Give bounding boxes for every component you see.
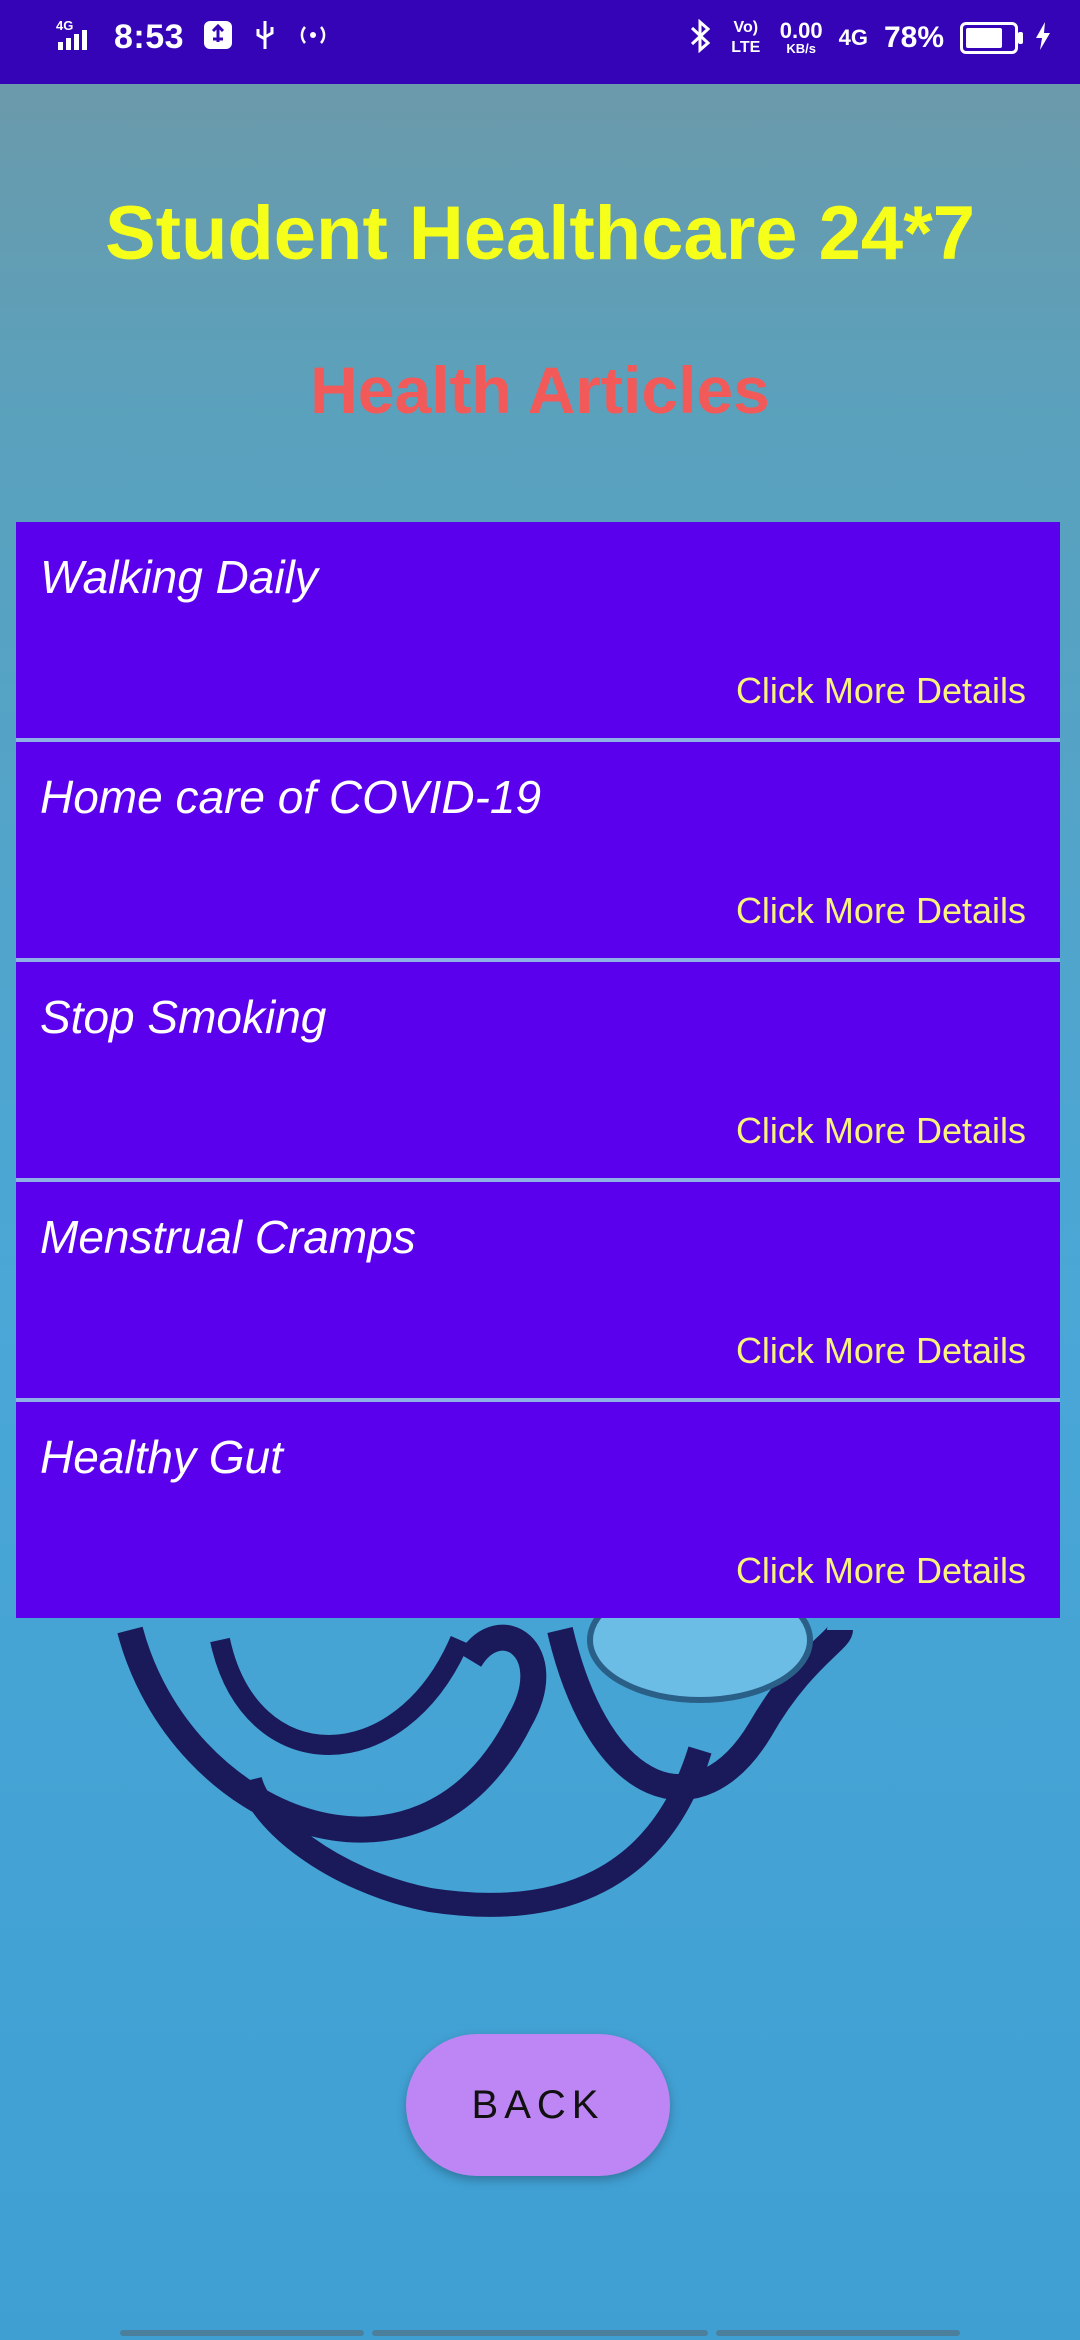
- data-speed: 0.00 KB/s: [779, 17, 823, 56]
- charging-icon: [1034, 21, 1052, 56]
- status-right: Vo) LTE 0.00 KB/s 4G 78%: [688, 18, 1052, 58]
- network-type: 4G: [838, 25, 868, 50]
- article-card-healthy-gut[interactable]: Healthy Gut Click More Details: [16, 1402, 1060, 1618]
- articles-list: Walking Daily Click More Details Home ca…: [16, 522, 1060, 1618]
- app-title: Student Healthcare 24*7: [104, 191, 976, 276]
- bluetooth-icon: [688, 18, 712, 58]
- nav-handle-right: [716, 2330, 960, 2336]
- article-card-walking-daily[interactable]: Walking Daily Click More Details: [16, 522, 1060, 742]
- article-title: Stop Smoking: [40, 991, 327, 1043]
- nav-handle-left: [120, 2330, 364, 2336]
- usb-trident-icon: [252, 19, 278, 56]
- article-title: Walking Daily: [40, 551, 318, 603]
- article-details-link[interactable]: Click More Details: [736, 670, 1026, 712]
- back-button[interactable]: BACK: [406, 2034, 670, 2176]
- clock: 8:53: [114, 18, 185, 56]
- article-title: Menstrual Cramps: [40, 1211, 416, 1263]
- status-left: 4G 8:53: [56, 18, 330, 57]
- nav-handle-center: [372, 2330, 708, 2336]
- article-card-menstrual-cramps[interactable]: Menstrual Cramps Click More Details: [16, 1182, 1060, 1402]
- article-card-stop-smoking[interactable]: Stop Smoking Click More Details: [16, 962, 1060, 1182]
- volte-indicator: Vo) LTE: [731, 19, 761, 56]
- article-details-link[interactable]: Click More Details: [736, 1110, 1026, 1152]
- article-title: Healthy Gut: [40, 1431, 283, 1483]
- signal-icon: 4G: [56, 18, 96, 57]
- article-card-home-care-covid[interactable]: Home care of COVID-19 Click More Details: [16, 742, 1060, 962]
- section-title: Health Articles: [310, 353, 770, 427]
- usb-icon: [202, 19, 234, 56]
- article-details-link[interactable]: Click More Details: [736, 1330, 1026, 1372]
- battery-icon: [960, 22, 1023, 54]
- battery-percent: 78%: [883, 21, 944, 54]
- hotspot-icon: [296, 21, 330, 54]
- svg-text:4G: 4G: [56, 18, 73, 33]
- status-bar: 4G 8:53 Vo) LTE 0.00 KB/s 4G 78%: [0, 0, 1080, 84]
- article-details-link[interactable]: Click More Details: [736, 890, 1026, 932]
- article-details-link[interactable]: Click More Details: [736, 1550, 1026, 1592]
- article-title: Home care of COVID-19: [40, 771, 542, 823]
